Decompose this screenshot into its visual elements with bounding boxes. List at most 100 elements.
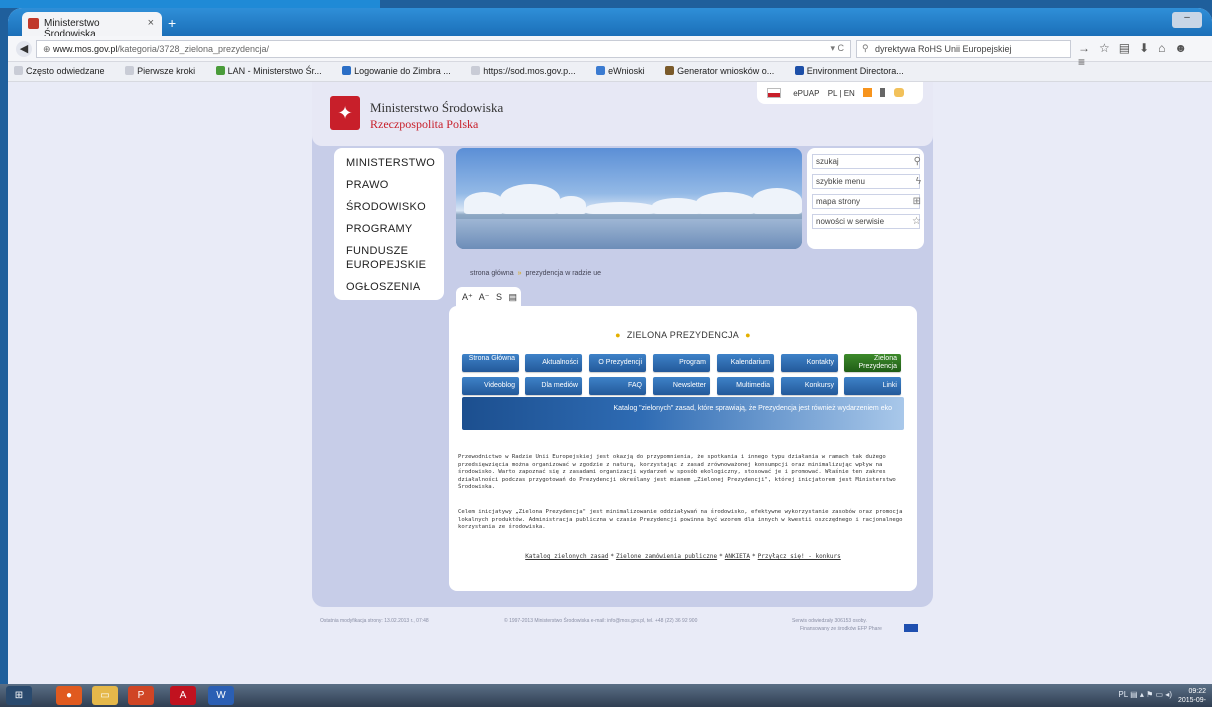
bookmark-item[interactable]: Pierwsze kroki [125, 66, 204, 76]
bookmark-item[interactable]: Logowanie do Zimbra ... [342, 66, 460, 76]
bookmark-icon [14, 66, 23, 75]
address-bar[interactable]: ⊕ www.mos.gov.pl/kategoria/3728_zielona_… [36, 40, 851, 58]
toolbar-icons[interactable]: →☆▤⬇⌂☻≡ [1078, 41, 1212, 69]
language-switch[interactable]: PL | EN [828, 89, 855, 98]
navigation-bar: ◀ ⊕ www.mos.gov.pl/kategoria/3728_zielon… [8, 36, 1212, 69]
favicon-icon [28, 18, 39, 29]
lightning-icon: ϟ [915, 176, 921, 187]
nav-button-strona-glowna[interactable]: Strona Główna [462, 354, 519, 372]
bookmark-icon [215, 66, 225, 75]
nav-button-zielona-prezydencja[interactable]: Zielona Prezydencja [844, 354, 901, 372]
search-panel: szukaj ⚲ szybkie menu ϟ mapa strony ⊞ nowoś… [807, 148, 924, 249]
word-icon[interactable]: W [208, 686, 234, 705]
epuap-link[interactable]: ePUAP [793, 89, 819, 98]
nav-button-linki[interactable]: Linki [844, 377, 901, 395]
link-ankieta[interactable]: ANKIETA [725, 553, 750, 560]
accessibility-icon[interactable] [893, 88, 904, 97]
font-controls-label[interactable]: A⁺ A⁻ S [462, 292, 502, 302]
bookmark-icon [596, 66, 606, 75]
reload-icon[interactable]: ▾ C [830, 43, 844, 54]
link-konkurs[interactable]: Przyłącz się! - konkurs [758, 553, 841, 560]
polish-eagle-emblem-icon: ✦ [330, 96, 360, 130]
ministry-name[interactable]: Ministerstwo Środowiska [370, 100, 503, 116]
bookmarks-bar: Często odwiedzane Pierwsze kroki LAN - M… [8, 62, 1212, 82]
visit-counter: Serwis odwiedzały 306153 osoby. [792, 618, 867, 624]
nav-button-newsletter[interactable]: Newsletter [653, 377, 710, 395]
bookmark-item[interactable]: Generator wniosków o... [665, 66, 783, 76]
print-icon[interactable]: ▤ [509, 292, 518, 302]
nav-button-multimedia[interactable]: Multimedia [717, 377, 774, 395]
bookmark-icon [794, 66, 804, 75]
bookmark-item[interactable]: Environment Directora... [794, 66, 913, 76]
frosted-trees [456, 182, 802, 214]
start-button[interactable]: ⊞ [6, 686, 32, 705]
catalog-banner[interactable]: Katalog "zielonych" zasad, które sprawia… [462, 397, 904, 430]
breadcrumb: strona główna» prezydencja w radzie ue [470, 270, 601, 277]
font-size-controls: A⁺ A⁻ S ▤ [456, 287, 521, 307]
clock[interactable]: 09:22 2015-09- [1178, 687, 1206, 705]
nav-button-kontakty[interactable]: Kontakty [781, 354, 838, 372]
link-zamowienia[interactable]: Zielone zamówienia publiczne [616, 553, 717, 560]
nav-button-videoblog[interactable]: Videoblog [462, 377, 519, 395]
nav-button-kalendarium[interactable]: Kalendarium [717, 354, 774, 372]
mobile-icon[interactable] [880, 88, 886, 97]
sitemap-link[interactable]: mapa strony ⊞ [812, 194, 921, 209]
bookmark-item[interactable]: LAN - Ministerstwo Śr... [215, 66, 331, 76]
menu-item-programy[interactable]: PROGRAMY [346, 222, 444, 236]
bookmark-item[interactable]: Często odwiedzane [14, 66, 114, 76]
bookmark-icon [342, 66, 352, 75]
window-controls[interactable]: – [1172, 12, 1202, 28]
file-explorer-icon[interactable]: ▭ [92, 686, 118, 705]
quick-menu-select[interactable]: szybkie menu ϟ [812, 174, 921, 189]
nav-button-program[interactable]: Program [653, 354, 710, 372]
site-header: ✦ Ministerstwo Środowiska Rzeczpospolita… [312, 82, 933, 146]
acrobat-icon[interactable]: A [170, 686, 196, 705]
search-text: dyrektywa RoHS Unii Europejskiej [875, 44, 1012, 54]
news-link[interactable]: nowości w serwisie ☆ [812, 214, 921, 229]
bookmark-icon [471, 66, 481, 75]
header-tools: ePUAP PL | EN [757, 82, 923, 104]
nav-button-dla-mediow[interactable]: Dla mediów [525, 377, 582, 395]
bottom-links: Katalog zielonych zasad * Zielone zamówien… [525, 553, 841, 560]
menu-item-srodowisko[interactable]: ŚRODOWISKO [346, 200, 444, 214]
last-modified: Ostatnia modyfikacja strony: 13.02.2013 … [320, 618, 429, 624]
link-katalog[interactable]: Katalog zielonych zasad [525, 553, 608, 560]
breadcrumb-current: prezydencja w radzie ue [525, 270, 602, 277]
browser-window: Ministerstwo Środowiska × + – ◀ ⊕ www.mo… [8, 8, 1212, 684]
eu-flag-icon [904, 624, 918, 632]
bookmark-item[interactable]: eWnioski [596, 66, 654, 76]
system-tray[interactable]: PL ▤ ▴ ⚑ ▭ ◂) [1118, 690, 1172, 699]
powerpoint-icon[interactable]: P [128, 686, 154, 705]
breadcrumb-home[interactable]: strona główna [470, 270, 514, 277]
nav-button-konkursy[interactable]: Konkursy [781, 377, 838, 395]
web-page: ✦ Ministerstwo Środowiska Rzeczpospolita… [8, 82, 1212, 684]
menu-item-prawo[interactable]: PRAWO [346, 178, 444, 192]
search-input[interactable]: szukaj ⚲ [812, 154, 921, 169]
main-menu: MINISTERSTWO PRAWO ŚRODOWISKO PROGRAMY F… [334, 148, 444, 300]
menu-item-fundusze[interactable]: FUNDUSZE EUROPEJSKIE [346, 244, 426, 272]
close-tab-icon[interactable]: × [148, 17, 154, 29]
main-content: ● ZIELONA PREZYDENCJA ● Strona Główna Aktu… [449, 306, 917, 591]
magnifier-icon[interactable]: ⚲ [914, 156, 921, 167]
bookmark-item[interactable]: https://sod.mos.gov.p... [471, 66, 584, 76]
polish-flag-icon[interactable] [767, 88, 781, 98]
nav-button-faq[interactable]: FAQ [589, 377, 646, 395]
rss-icon[interactable] [863, 88, 873, 97]
nav-button-o-prezydencji[interactable]: O Prezydencji [589, 354, 646, 372]
firefox-icon[interactable]: ● [56, 686, 82, 705]
search-field[interactable]: ⚲ dyrektywa RoHS Unii Europejskiej [856, 40, 1071, 58]
desktop-background-strip [0, 0, 380, 8]
new-tab-button[interactable]: + [168, 15, 176, 31]
copyright: © 1997-2013 Ministerstwo Środowiska e-ma… [504, 618, 698, 624]
star-icon: ☆ [912, 216, 921, 227]
menu-item-ogloszenia[interactable]: OGŁOSZENIA [346, 280, 444, 294]
browser-tab[interactable]: Ministerstwo Środowiska × [22, 12, 162, 40]
url-path: /kategoria/3728_zielona_prezydencja/ [117, 44, 270, 54]
nav-button-aktualnosci[interactable]: Aktualności [525, 354, 582, 372]
windows-taskbar: ⊞ ● ▭ P A W PL ▤ ▴ ⚑ ▭ ◂) 09:22 2015-09- [0, 684, 1212, 707]
back-arrow-icon[interactable]: ◀ [16, 41, 32, 57]
goal-paragraph: Celem inicjatywy „Zielona Prezydencja" j… [458, 509, 903, 530]
search-icon: ⚲ [862, 43, 869, 53]
breadcrumb-separator: » [517, 270, 522, 277]
menu-item-ministerstwo[interactable]: MINISTERSTWO [346, 156, 444, 170]
